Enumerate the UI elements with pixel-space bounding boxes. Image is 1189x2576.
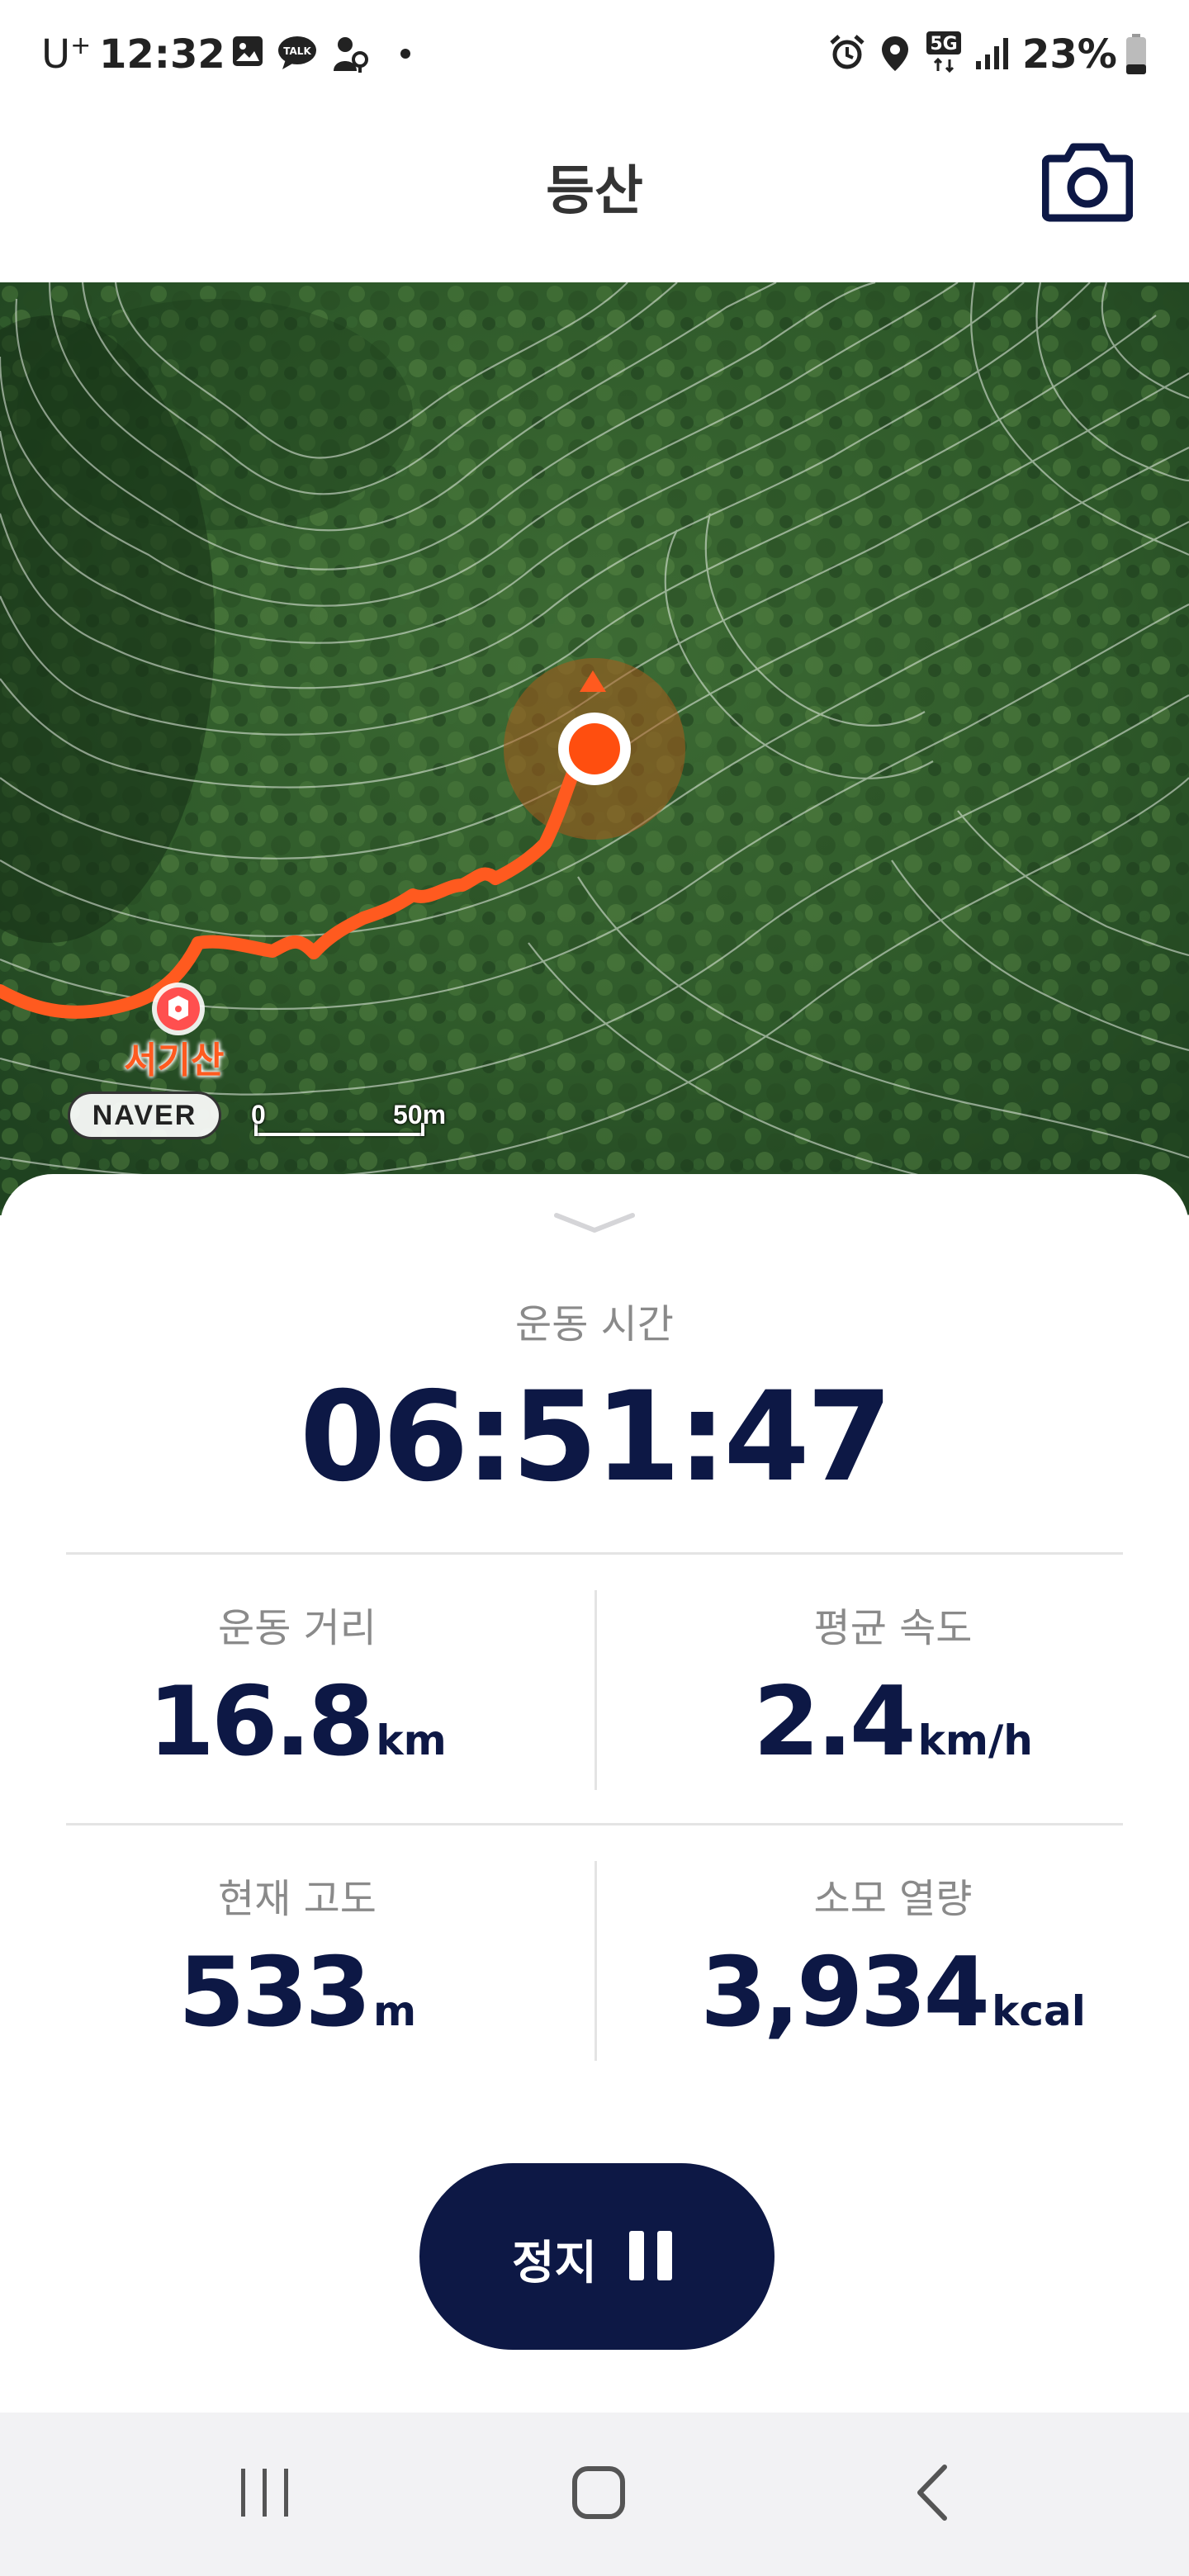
stop-button[interactable]: 정지 [419, 2163, 775, 2350]
poi-pin-icon[interactable] [152, 983, 205, 1035]
naver-logo[interactable]: NAVER [68, 1091, 221, 1139]
camera-icon [1041, 143, 1134, 222]
calories-unit: kcal [992, 1987, 1086, 2035]
scale-end-label: 50m [393, 1100, 447, 1129]
back-icon [917, 2465, 947, 2521]
alarm-icon [830, 35, 865, 69]
chevron-down-icon [554, 1213, 635, 1233]
5g-icon: 5G [926, 31, 961, 73]
screen: U+ 12:32 TALK 5G 23% 등산 서기산 NAVER 0 50m … [0, 0, 1189, 2576]
speed-value: 2.4 km/h [597, 1666, 1189, 1778]
carrier-label: U+ [41, 31, 92, 78]
status-time: 12:32 [99, 31, 225, 78]
signal-icon [976, 38, 1008, 69]
svg-text:5G: 5G [930, 34, 957, 54]
duration-label: 운동 시간 [515, 1301, 674, 1347]
speed-number: 2.4 [753, 1666, 916, 1778]
accessibility-icon [334, 37, 368, 73]
calories-label: 소모 열량 [813, 1876, 973, 1922]
camera-button[interactable] [1041, 140, 1141, 231]
altitude-unit: m [373, 1987, 417, 2035]
sheet-collapse-handle[interactable] [553, 1207, 636, 1240]
status-bar: U+ 12:32 TALK 5G 23% [0, 0, 1189, 107]
pause-icon [629, 2231, 672, 2280]
gallery-icon [233, 36, 263, 66]
workout-stats-sheet: 운동 시간 06:51:47 운동 거리 16.8 km 평균 속도 2.4 km/… [0, 1174, 1189, 2413]
duration-value: 06:51:47 [299, 1366, 893, 1509]
map-view[interactable]: 서기산 NAVER 0 50m [0, 282, 1189, 1215]
back-button[interactable] [908, 2462, 958, 2526]
divider [66, 1552, 1123, 1555]
scale-line [256, 1133, 424, 1136]
speed-unit: km/h [917, 1717, 1033, 1764]
battery-icon [1126, 34, 1146, 74]
divider [66, 1823, 1123, 1825]
recent-apps-button[interactable] [236, 2462, 294, 2526]
calories-number: 3,934 [700, 1937, 990, 2048]
speed-label: 평균 속도 [813, 1605, 973, 1651]
battery-percent: 23% [1022, 31, 1117, 78]
talk-badge-text: TALK [283, 45, 311, 57]
dot-icon [400, 49, 410, 59]
app-header: 등산 [0, 107, 1189, 282]
distance-value: 16.8 km [0, 1666, 594, 1778]
page-title: 등산 [546, 161, 643, 222]
altitude-number: 533 [178, 1937, 372, 2048]
altitude-label: 현재 고도 [218, 1876, 377, 1922]
stop-button-label: 정지 [512, 2237, 598, 2290]
system-navigation-bar [0, 2413, 1189, 2576]
talk-icon: TALK [278, 36, 316, 69]
recent-apps-icon [241, 2469, 288, 2517]
calories-value: 3,934 kcal [597, 1937, 1189, 2048]
home-button[interactable] [570, 2462, 628, 2526]
distance-unit: km [376, 1717, 447, 1764]
distance-number: 16.8 [148, 1666, 374, 1778]
poi-label[interactable]: 서기산 [124, 1030, 224, 1083]
distance-label: 운동 거리 [218, 1605, 377, 1651]
map-scale-bar: 0 50m [251, 1100, 446, 1141]
location-icon [882, 36, 908, 71]
home-icon [572, 2466, 625, 2519]
scale-start-label: 0 [251, 1100, 266, 1129]
altitude-value: 533 m [0, 1937, 594, 2048]
